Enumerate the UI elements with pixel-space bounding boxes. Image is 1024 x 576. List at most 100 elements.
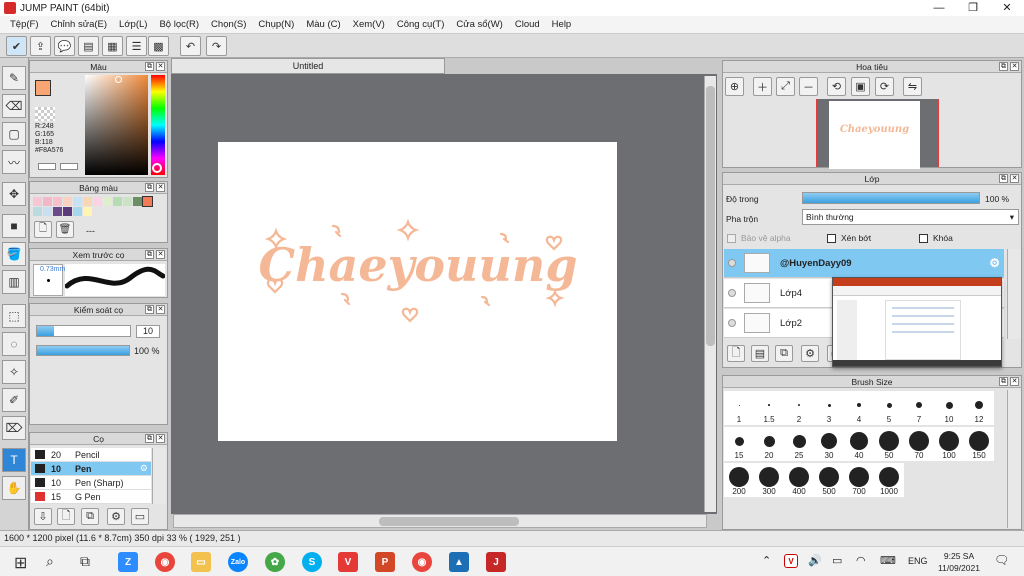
brush-item-pencil[interactable]: 20 Pencil (31, 448, 151, 462)
brush-item-g-pen[interactable]: 15 G Pen (31, 490, 151, 504)
rotate-left-icon[interactable]: ⟲ (827, 77, 846, 96)
color-mode-button[interactable] (38, 163, 56, 170)
brush-size-slider[interactable] (36, 325, 131, 337)
antivirus-icon[interactable]: V (784, 554, 798, 568)
menu-color[interactable]: Màu (C) (300, 19, 346, 30)
zoom-in-icon[interactable]: ＋ (753, 77, 772, 96)
brush-size-cell[interactable]: 700 (844, 463, 874, 497)
color-swatch[interactable] (83, 197, 92, 206)
gear-icon[interactable]: ⚙ (989, 256, 1000, 270)
wifi-icon[interactable]: ◠ (856, 554, 866, 567)
gear-icon[interactable]: ⚙ (140, 463, 148, 474)
brush-size-cell[interactable]: 7 (904, 391, 934, 425)
fit-screen-icon[interactable]: ⤢ (776, 77, 795, 96)
gradient-icon[interactable]: ▥ (2, 270, 26, 294)
chrome-icon[interactable]: ◉ (155, 552, 175, 572)
document-icon[interactable]: ▦ (102, 36, 123, 56)
new-layer-icon[interactable]: 🗋 (727, 345, 745, 362)
clock[interactable]: 9:25 SA 11/09/2021 (934, 550, 984, 574)
layer-settings-icon[interactable]: ⚙ (801, 345, 819, 362)
foreground-color[interactable] (35, 80, 51, 96)
panel-close-icon[interactable]: ✕ (156, 305, 165, 314)
color-swatch[interactable] (113, 197, 122, 206)
zoom-app-icon[interactable]: Z (118, 552, 138, 572)
copy-layer-icon[interactable]: ⧉ (775, 345, 793, 362)
language-indicator[interactable]: ENG (908, 556, 928, 566)
eye-icon[interactable] (728, 319, 736, 327)
menu-tools[interactable]: Công cụ(T) (391, 19, 451, 30)
brush-size-cell[interactable]: 70 (904, 427, 934, 461)
brush-size-cell[interactable]: 3 (814, 391, 844, 425)
photos-icon[interactable]: ▲ (449, 552, 469, 572)
menu-view[interactable]: Xem(V) (347, 19, 391, 30)
menu-capture[interactable]: Chụp(N) (252, 19, 300, 30)
check-icon[interactable]: ✔ (6, 36, 27, 56)
stroke-tool-icon[interactable]: 〰 (2, 150, 26, 174)
brush-list-scrollbar[interactable] (152, 448, 166, 504)
chevron-up-icon[interactable]: ⌃ (762, 554, 771, 567)
select-pen-icon[interactable]: ✐ (2, 388, 26, 412)
zoom-icon[interactable]: ⊕ (725, 77, 744, 96)
panel-close-icon[interactable]: ✕ (1010, 377, 1019, 386)
delete-swatch-icon[interactable]: 🗑 (56, 221, 74, 238)
transparent-color[interactable] (35, 107, 55, 121)
canvas-horizontal-scrollbar[interactable] (173, 514, 707, 528)
brush-size-cell[interactable]: 30 (814, 427, 844, 461)
hand-tool-icon[interactable]: ✋ (2, 476, 26, 500)
brush-item-pen[interactable]: 10 Pen ⚙ (31, 462, 151, 476)
brush-download-icon[interactable]: ⇩ (34, 508, 52, 525)
color-swatch[interactable] (103, 197, 112, 206)
panel-close-icon[interactable]: ✕ (1010, 62, 1019, 71)
menu-help[interactable]: Help (546, 19, 578, 30)
brush-opacity-slider[interactable] (36, 345, 130, 356)
rectangle-select-icon[interactable]: ▢ (2, 122, 26, 146)
canvas-paper[interactable]: Chaeyouung (218, 142, 617, 441)
color-swatch[interactable] (63, 197, 72, 206)
checkbox[interactable] (727, 233, 736, 243)
select-rect-icon[interactable]: ⬚ (2, 304, 26, 328)
panel-float-icon[interactable]: ⧉ (999, 174, 1008, 183)
brush-size-cell[interactable]: 40 (844, 427, 874, 461)
select-eraser-icon[interactable]: ⌦ (2, 416, 26, 440)
panel-float-icon[interactable]: ⧉ (145, 305, 154, 314)
skype-icon[interactable]: S (302, 552, 322, 572)
brush-size-cell[interactable]: 1.5 (754, 391, 784, 425)
protect-alpha-option[interactable]: Bảo vệ alpha (727, 233, 791, 243)
eraser-tool-icon[interactable]: ⌫ (2, 94, 26, 118)
menu-filter[interactable]: Bộ lọc(R) (153, 19, 205, 30)
menu-select[interactable]: Chọn(S) (205, 19, 252, 30)
menu-layer[interactable]: Lớp(L) (113, 19, 153, 30)
brush-size-cell[interactable]: 15 (724, 427, 754, 461)
brush-size-cell[interactable]: 50 (874, 427, 904, 461)
color-swatch[interactable] (142, 196, 153, 207)
brush-tool-icon[interactable]: ✎ (2, 66, 26, 90)
brush-size-input[interactable]: 10 (136, 325, 160, 338)
menu-cloud[interactable]: Cloud (509, 19, 546, 30)
app-green-icon[interactable]: ✿ (265, 552, 285, 572)
layer-row[interactable]: @HuyenDayy09 ⚙ (724, 249, 1004, 278)
color-mode-button-2[interactable] (60, 163, 78, 170)
grid-settings-icon[interactable]: ▩ (148, 36, 169, 56)
eye-icon[interactable] (728, 259, 736, 267)
speaker-icon[interactable]: 🔊 (808, 554, 822, 567)
hue-slider[interactable] (151, 75, 165, 175)
bucket-fill-icon[interactable]: 🪣 (2, 242, 26, 266)
brush-size-cell[interactable]: 150 (964, 427, 994, 461)
panel-close-icon[interactable]: ✕ (156, 250, 165, 259)
panel-close-icon[interactable]: ✕ (156, 62, 165, 71)
canvas-vertical-scrollbar[interactable] (704, 76, 716, 512)
menu-edit[interactable]: Chỉnh sửa(E) (45, 19, 114, 30)
brush-size-cell[interactable]: 4 (844, 391, 874, 425)
new-swatch-icon[interactable]: 🗋 (34, 221, 52, 238)
brush-size-cell[interactable]: 20 (754, 427, 784, 461)
panel-close-icon[interactable]: ✕ (156, 434, 165, 443)
brush-size-cell[interactable]: 400 (784, 463, 814, 497)
new-vector-layer-icon[interactable]: ▤ (751, 345, 769, 362)
brush-size-cell[interactable]: 12 (964, 391, 994, 425)
brush-size-cell[interactable]: 10 (934, 391, 964, 425)
brush-size-cell[interactable]: 25 (784, 427, 814, 461)
zoom-out-icon[interactable]: － (799, 77, 818, 96)
upload-icon[interactable]: ⇪ (30, 36, 51, 56)
menu-file[interactable]: Tệp(F) (4, 19, 45, 30)
brush-new-icon[interactable]: 🗋 (57, 508, 75, 525)
